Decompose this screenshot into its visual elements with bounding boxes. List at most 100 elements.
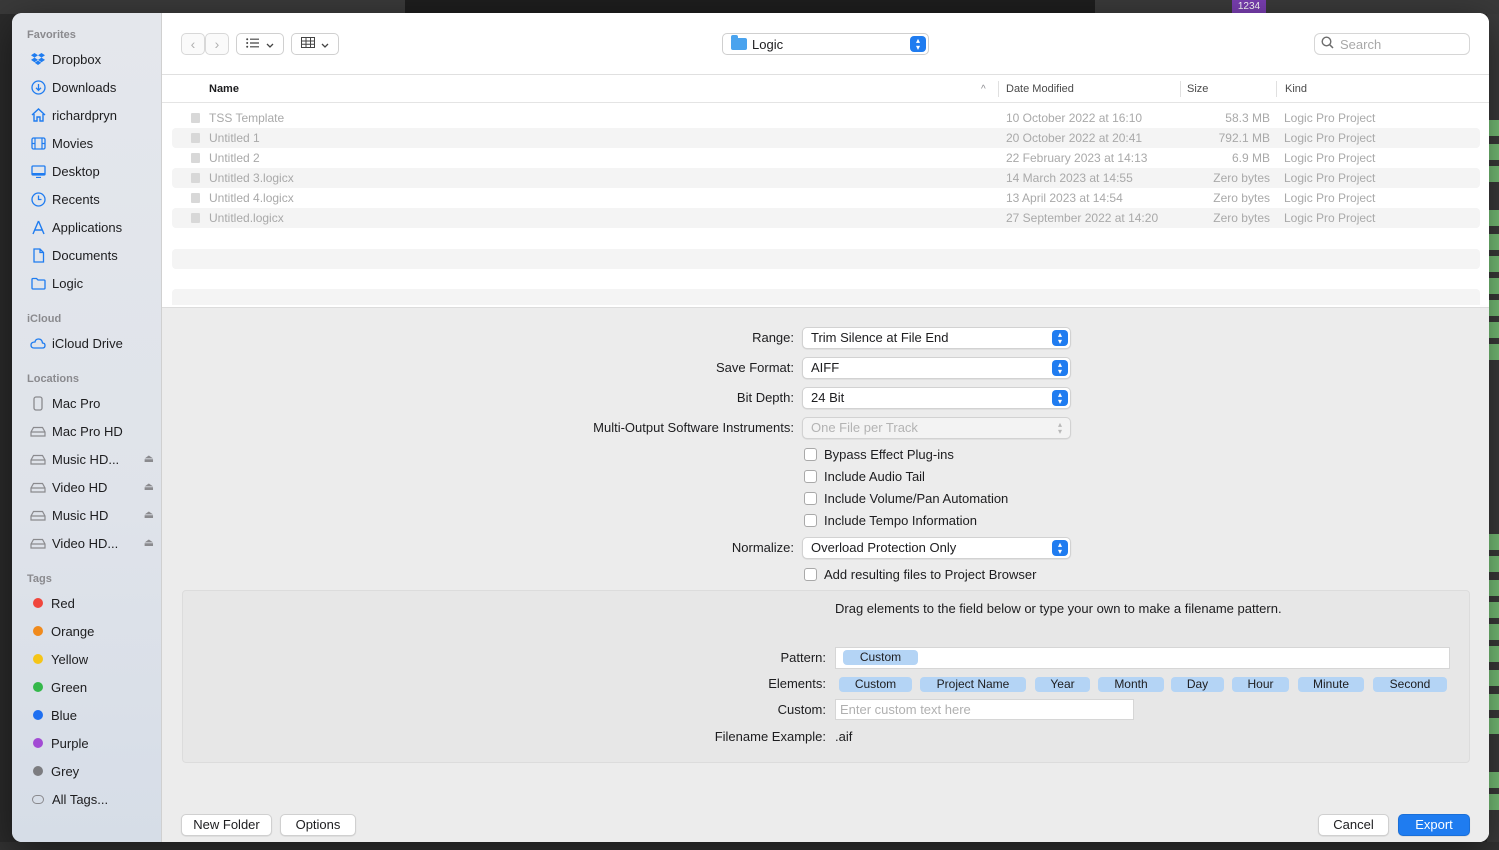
location-popup[interactable]: Logic ▴ ▾ [722, 33, 929, 55]
checkbox-box[interactable] [804, 448, 817, 461]
table-row[interactable]: Untitled.logicx 27 September 2022 at 14:… [172, 208, 1480, 228]
background-status-strip [0, 842, 1499, 850]
sidebar-item-music-hd-1[interactable]: Music HD... ⏏ [30, 448, 158, 470]
checkbox-box[interactable] [804, 470, 817, 483]
bit-depth-popup[interactable]: 24 Bit ▴ ▾ [802, 387, 1071, 409]
cancel-button[interactable]: Cancel [1318, 814, 1389, 836]
sidebar-item-label: Red [51, 595, 75, 611]
export-button[interactable]: Export [1398, 814, 1470, 836]
disk-icon [30, 423, 46, 439]
eject-icon[interactable]: ⏏ [144, 508, 154, 521]
file-date: 22 February 2023 at 14:13 [1006, 151, 1148, 165]
element-token[interactable]: Second [1373, 677, 1447, 692]
sidebar-item-documents[interactable]: Documents [30, 244, 158, 266]
sidebar-tag-red[interactable]: Red [30, 592, 158, 614]
sidebar-item-home[interactable]: richardpryn [30, 104, 158, 126]
bypass-effects-checkbox[interactable]: Bypass Effect Plug-ins [804, 447, 954, 462]
sidebar-item-dropbox[interactable]: Dropbox [30, 48, 158, 70]
back-button[interactable]: ‹ [181, 33, 205, 55]
eject-icon[interactable]: ⏏ [144, 536, 154, 549]
column-date-modified[interactable]: Date Modified [1006, 83, 1074, 95]
pattern-field[interactable]: Custom [835, 647, 1450, 669]
table-row[interactable]: TSS Template 10 October 2022 at 16:10 58… [172, 108, 1480, 128]
file-name: TSS Template [209, 111, 285, 125]
sidebar-tag-orange[interactable]: Orange [30, 620, 158, 642]
normalize-popup[interactable]: Overload Protection Only ▴ ▾ [802, 537, 1071, 559]
table-row[interactable]: Untitled 2 22 February 2023 at 14:13 6.9… [172, 148, 1480, 168]
list-view-button[interactable] [236, 33, 284, 55]
element-token[interactable]: Year [1035, 677, 1090, 692]
project-file-icon [191, 133, 200, 143]
normalize-label: Normalize: [731, 540, 794, 555]
new-folder-button[interactable]: New Folder [181, 814, 272, 836]
element-token[interactable]: Minute [1298, 677, 1364, 692]
range-popup[interactable]: Trim Silence at File End ▴ ▾ [802, 327, 1071, 349]
sidebar-item-icloud-drive[interactable]: iCloud Drive [30, 332, 158, 354]
sidebar-item-mac-pro[interactable]: Mac Pro [30, 392, 158, 414]
sidebar-item-video-hd-2[interactable]: Video HD... ⏏ [30, 532, 158, 554]
pattern-token[interactable]: Custom [843, 650, 918, 665]
element-token[interactable]: Custom [839, 677, 912, 692]
element-token[interactable]: Month [1098, 677, 1164, 692]
sidebar-item-music-hd-2[interactable]: Music HD ⏏ [30, 504, 158, 526]
sidebar-tag-purple[interactable]: Purple [30, 732, 158, 754]
eject-icon[interactable]: ⏏ [144, 480, 154, 493]
file-date: 13 April 2023 at 14:54 [1006, 191, 1123, 205]
column-kind[interactable]: Kind [1285, 83, 1307, 95]
sidebar-item-label: Logic [52, 275, 84, 291]
popup-stepper-icon: ▴ ▾ [1052, 540, 1068, 556]
include-audio-tail-checkbox[interactable]: Include Audio Tail [804, 469, 925, 484]
options-button[interactable]: Options [280, 814, 356, 836]
table-row[interactable]: Untitled 3.logicx 14 March 2023 at 14:55… [172, 168, 1480, 188]
table-row[interactable]: Untitled 4.logicx 13 April 2023 at 14:54… [172, 188, 1480, 208]
sidebar-tag-blue[interactable]: Blue [30, 704, 158, 726]
custom-text-input[interactable]: Enter custom text here [835, 699, 1134, 720]
column-size[interactable]: Size [1187, 83, 1208, 95]
orange-tag-dot-icon [33, 626, 43, 636]
sidebar-item-applications[interactable]: Applications [30, 216, 158, 238]
blue-tag-dot-icon [33, 710, 43, 720]
sidebar-item-label: Mac Pro HD [52, 423, 123, 439]
add-to-project-browser-checkbox[interactable]: Add resulting files to Project Browser [804, 567, 1036, 582]
file-date: 27 September 2022 at 14:20 [1006, 211, 1159, 225]
sidebar-all-tags[interactable]: All Tags... [30, 788, 158, 810]
sidebar-item-logic[interactable]: Logic [30, 272, 158, 294]
element-token[interactable]: Day [1171, 677, 1224, 692]
checkbox-box[interactable] [804, 492, 817, 505]
sidebar-item-mac-pro-hd[interactable]: Mac Pro HD [30, 420, 158, 442]
list-view-icon [246, 37, 260, 51]
checkbox-label: Include Audio Tail [824, 469, 925, 484]
sidebar-item-video-hd-1[interactable]: Video HD ⏏ [30, 476, 158, 498]
checkbox-box[interactable] [804, 568, 817, 581]
include-volume-pan-checkbox[interactable]: Include Volume/Pan Automation [804, 491, 1008, 506]
sidebar-item-recents[interactable]: Recents [30, 188, 158, 210]
save-format-popup[interactable]: AIFF ▴ ▾ [802, 357, 1071, 379]
element-token[interactable]: Project Name [920, 677, 1026, 692]
sidebar-item-movies[interactable]: Movies [30, 132, 158, 154]
save-format-value: AIFF [811, 360, 840, 375]
column-name[interactable]: Name [209, 83, 239, 95]
multi-output-label: Multi-Output Software Instruments: [593, 420, 794, 435]
popup-stepper-icon: ▴ ▾ [1052, 390, 1068, 406]
clock-icon [30, 191, 46, 207]
folder-icon [30, 275, 46, 291]
popup-stepper-icon: ▴ ▾ [910, 36, 926, 52]
sidebar-item-downloads[interactable]: Downloads [30, 76, 158, 98]
checkbox-box[interactable] [804, 514, 817, 527]
eject-icon[interactable]: ⏏ [144, 452, 154, 465]
table-row[interactable]: Untitled 1 20 October 2022 at 20:41 792.… [172, 128, 1480, 148]
sidebar-item-desktop[interactable]: Desktop [30, 160, 158, 182]
sidebar-item-label: Purple [51, 735, 89, 751]
group-view-button[interactable] [291, 33, 339, 55]
file-date: 14 March 2023 at 14:55 [1006, 171, 1133, 185]
sidebar-tag-green[interactable]: Green [30, 676, 158, 698]
sidebar-tag-yellow[interactable]: Yellow [30, 648, 158, 670]
element-token[interactable]: Hour [1232, 677, 1289, 692]
sidebar-item-label: Grey [51, 763, 80, 779]
yellow-tag-dot-icon [33, 654, 43, 664]
sidebar-tag-grey[interactable]: Grey [30, 760, 158, 782]
include-tempo-checkbox[interactable]: Include Tempo Information [804, 513, 977, 528]
forward-button[interactable]: › [205, 33, 229, 55]
project-file-icon [191, 153, 200, 163]
search-field[interactable]: Search [1314, 33, 1470, 55]
